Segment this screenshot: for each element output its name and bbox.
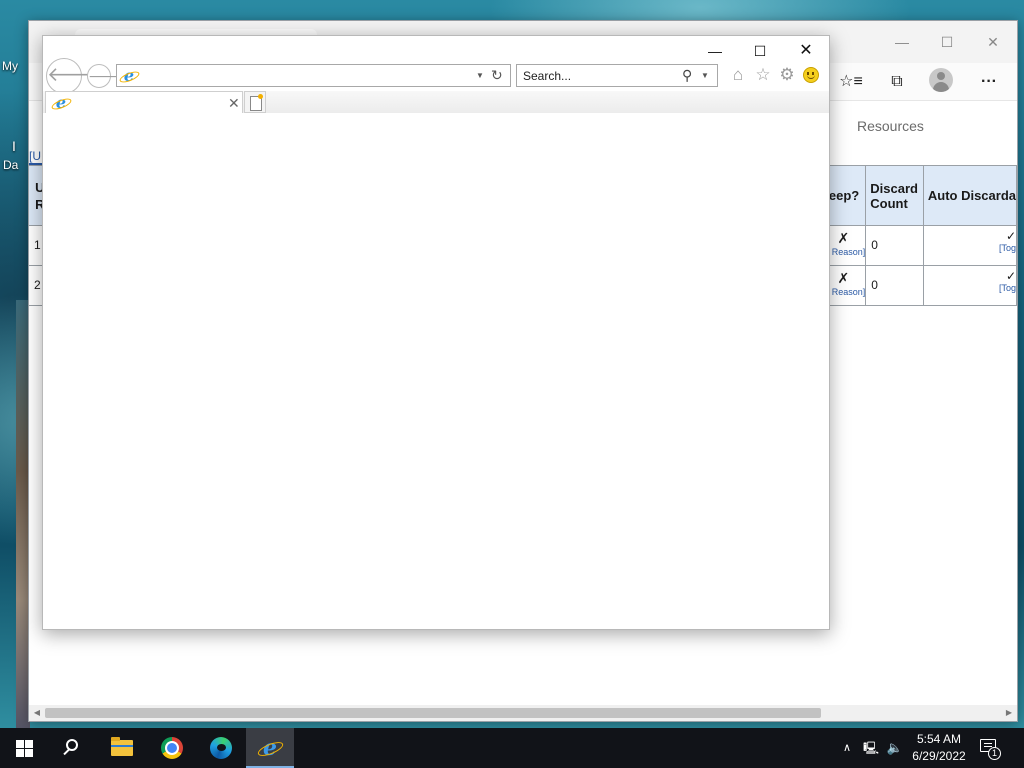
taskbar-edge[interactable]: [197, 728, 245, 768]
refresh-icon[interactable]: ↻: [491, 67, 503, 83]
search-icon[interactable]: ⚲: [682, 66, 692, 84]
auto-discard-cell: ✓ [Tog: [922, 225, 1018, 266]
check-mark-icon: ✓: [1005, 229, 1016, 243]
collections-icon[interactable]: ⧉: [885, 71, 909, 93]
windows-logo-icon: [16, 740, 33, 757]
gear-icon[interactable]: ⚙: [777, 65, 797, 85]
show-hidden-icons-chevron-icon[interactable]: ∧: [838, 728, 856, 768]
edge-close-button[interactable]: ✕: [970, 31, 1016, 53]
clock-time: 5:54 AM: [916, 732, 962, 746]
ie-logo-icon: e: [121, 68, 137, 84]
volume-icon[interactable]: 🔈: [884, 728, 906, 768]
scroll-left-icon[interactable]: ◀: [29, 705, 45, 721]
horizontal-scrollbar[interactable]: ◀ ▶: [29, 705, 1017, 721]
favorites-list-icon[interactable]: ☆≡: [839, 71, 863, 93]
ie-logo-icon: e: [53, 95, 69, 111]
ie-maximize-button[interactable]: ☐: [737, 39, 783, 63]
start-button[interactable]: [0, 728, 48, 768]
chevron-down-icon[interactable]: ▼: [701, 68, 709, 84]
notification-count-badge: 1: [988, 747, 1001, 760]
table-row: ✗ Reason] 0 ✓ [Tog: [822, 265, 1018, 306]
folder-icon: [111, 737, 133, 756]
taskbar-search-button[interactable]: [48, 728, 96, 768]
search-input[interactable]: [523, 67, 673, 84]
data-table-right-portion: eep? Discard Count Auto Discarda ✗ Reaso…: [822, 165, 1018, 306]
more-options-icon[interactable]: ···: [977, 71, 1001, 93]
edge-icon: [210, 737, 232, 759]
toggle-link[interactable]: [Tog: [924, 283, 1016, 293]
check-mark-icon: ✓: [1005, 269, 1016, 283]
ie-minimize-button[interactable]: —: [692, 39, 738, 63]
home-icon[interactable]: ⌂: [728, 65, 748, 85]
network-icon[interactable]: 🖳: [860, 728, 882, 768]
auto-discard-cell: ✓ [Tog: [922, 265, 1018, 306]
edge-minimize-button[interactable]: —: [879, 31, 925, 53]
feedback-smiley-icon[interactable]: [803, 67, 819, 83]
ie-tab[interactable]: e ✕: [45, 91, 243, 113]
reason-link[interactable]: Reason]: [824, 287, 866, 297]
chrome-icon: [161, 737, 183, 759]
toggle-link[interactable]: [Tog: [924, 243, 1016, 253]
ie-close-button[interactable]: ✕: [783, 39, 829, 63]
ie-logo-icon: e: [260, 737, 280, 759]
taskbar-clock[interactable]: 5:54 AM 6/29/2022: [906, 731, 972, 765]
back-arrow-icon[interactable]: 🡐: [46, 58, 101, 94]
internet-explorer-window: — ☐ ✕ 🡐 🡒 e ▼ ↻ ⚲ ▼ ⌂ ☆ ⚙ e ✕: [42, 35, 830, 630]
scroll-right-icon[interactable]: ▶: [1001, 705, 1017, 721]
desktop-icon-label[interactable]: My: [2, 59, 18, 73]
discard-count-cell: 0: [865, 265, 924, 306]
new-tab-icon[interactable]: [244, 91, 266, 113]
desktop-icon-label[interactable]: I: [12, 138, 16, 154]
resources-nav-link[interactable]: Resources: [857, 118, 924, 134]
profile-avatar-icon[interactable]: [929, 68, 953, 92]
taskbar-internet-explorer[interactable]: e: [246, 728, 294, 768]
desktop-icon-label[interactable]: Da: [3, 158, 18, 172]
close-icon[interactable]: ✕: [228, 93, 240, 113]
search-icon: [66, 739, 78, 751]
header-discard-count: Discard Count: [865, 165, 924, 226]
forward-arrow-icon[interactable]: 🡒: [87, 64, 126, 88]
address-input[interactable]: [141, 67, 471, 84]
edge-maximize-button[interactable]: ☐: [924, 31, 970, 53]
ie-page-content: [43, 113, 829, 629]
favorites-star-icon[interactable]: ☆: [753, 65, 773, 85]
address-bar[interactable]: e ▼ ↻: [116, 64, 511, 87]
scrollbar-thumb[interactable]: [45, 708, 821, 718]
action-center-button[interactable]: 1: [978, 737, 1001, 760]
table-row: ✗ Reason] 0 ✓ [Tog: [822, 225, 1018, 266]
ie-tab-bar: e ✕: [43, 91, 829, 113]
taskbar-chrome[interactable]: [148, 728, 196, 768]
reason-link[interactable]: Reason]: [824, 247, 866, 257]
tab-link[interactable]: [U: [29, 149, 43, 165]
chevron-down-icon[interactable]: ▼: [476, 68, 484, 84]
search-box[interactable]: ⚲ ▼: [516, 64, 718, 87]
header-auto-discard: Auto Discarda: [922, 165, 1018, 226]
taskbar-file-explorer[interactable]: [98, 728, 146, 768]
taskbar: e ∧ 🖳 🔈 5:54 AM 6/29/2022 1: [0, 728, 1024, 768]
discard-count-cell: 0: [865, 225, 924, 266]
clock-date: 6/29/2022: [912, 749, 966, 763]
